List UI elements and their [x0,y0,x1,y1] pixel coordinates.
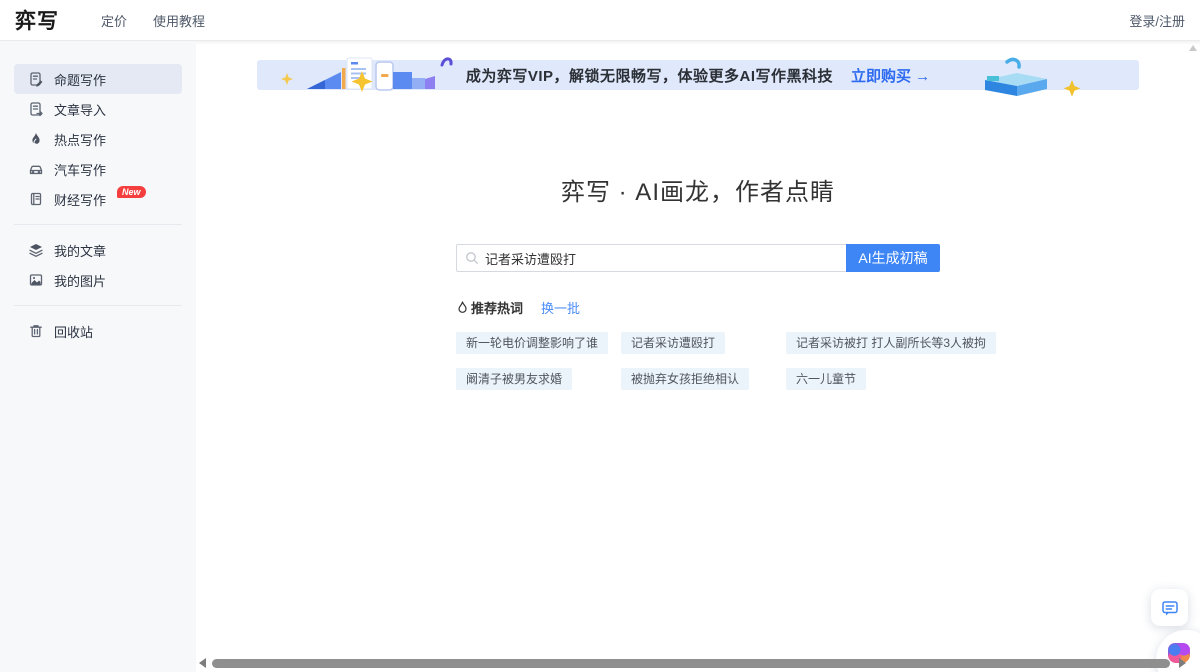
search-row: AI生成初稿 [456,244,940,272]
sidebar-item-label: 我的文章 [54,241,106,260]
sidebar-item-label: 汽车写作 [54,160,106,179]
layers-icon [28,242,44,258]
scroll-right-arrow[interactable] [1179,658,1186,668]
refresh-hotwords-link[interactable]: 换一批 [541,298,580,317]
top-header: 弈写 定价 使用教程 登录/注册 [0,0,1200,41]
sidebar-item-label: 命题写作 [54,70,106,89]
document-edit-icon [28,71,44,87]
horizontal-scrollbar[interactable] [196,657,1198,669]
topic-input[interactable] [485,251,838,266]
chat-bubble-icon [1160,598,1180,618]
car-icon [28,161,44,177]
new-badge: New [117,186,146,198]
vip-banner[interactable]: 成为弈写VIP，解锁无限畅写，体验更多AI写作黑科技 立即购买 → [257,60,1139,90]
hotword-chip[interactable]: 六一儿童节 [786,368,866,390]
sidebar-item-label: 我的图片 [54,271,106,290]
sidebar-item-label: 回收站 [54,322,93,341]
hotword-chip[interactable]: 新一轮电价调整影响了谁 [456,332,608,354]
hotword-chip[interactable]: 阚清子被男友求婚 [456,368,572,390]
app-window: 弈写 定价 使用教程 登录/注册 命题写作 文章导入 [0,0,1200,672]
sidebar-item-my-images[interactable]: 我的图片 [14,265,182,295]
scroll-up-arrow[interactable] [1189,45,1197,51]
sidebar-item-finance-writing[interactable]: 财经写作 New [14,184,182,214]
buy-now-link[interactable]: 立即购买 → [851,65,930,86]
scroll-left-arrow[interactable] [199,658,206,668]
sidebar-item-my-articles[interactable]: 我的文章 [14,235,182,265]
search-input-wrapper [456,244,846,272]
page-title: 弈写 · AI画龙，作者点睛 [196,172,1200,207]
hotword-chip[interactable]: 被抛弃女孩拒绝相认 [621,368,749,390]
horizontal-scrollbar-thumb[interactable] [212,659,1170,668]
sidebar-item-recycle-bin[interactable]: 回收站 [14,316,182,346]
sidebar: 命题写作 文章导入 热点写作 汽车写作 [0,41,196,672]
banner-text: 成为弈写VIP，解锁无限畅写，体验更多AI写作黑科技 [466,65,833,86]
sidebar-item-label: 财经写作 [54,190,106,209]
hotword-chip[interactable]: 记者采访遭殴打 [621,332,725,354]
sidebar-divider [14,305,182,306]
hotwords-header: 推荐热词 换一批 [456,298,940,317]
nav-pricing[interactable]: 定价 [101,11,127,30]
finance-book-icon [28,191,44,207]
sidebar-item-hotspot-writing[interactable]: 热点写作 [14,124,182,154]
flame-icon [28,131,44,147]
hotwords-title: 推荐热词 [471,298,523,317]
generate-draft-button[interactable]: AI生成初稿 [846,244,940,272]
trash-icon [28,323,44,339]
sidebar-item-topic-writing[interactable]: 命题写作 [14,64,182,94]
logo[interactable]: 弈写 [15,5,59,35]
main-content: 成为弈写VIP，解锁无限畅写，体验更多AI写作黑科技 立即购买 → 弈写 · A… [196,41,1200,672]
sidebar-item-car-writing[interactable]: 汽车写作 [14,154,182,184]
hotword-chips: 新一轮电价调整影响了谁 记者采访遭殴打 记者采访被打 打人副所长等3人被拘 阚清… [456,332,940,390]
sidebar-item-label: 热点写作 [54,130,106,149]
banner-illustration-left [277,53,467,95]
nav-tutorial[interactable]: 使用教程 [153,11,205,30]
sidebar-divider [14,224,182,225]
top-nav: 定价 使用教程 [101,11,205,30]
image-icon [28,272,44,288]
flame-icon [456,301,469,315]
sidebar-item-label: 文章导入 [54,100,106,119]
banner-illustration-right [957,56,1087,98]
article-import-icon [28,101,44,117]
search-icon [465,251,479,265]
feedback-chat-button[interactable] [1151,589,1188,626]
sidebar-item-article-import[interactable]: 文章导入 [14,94,182,124]
login-register-link[interactable]: 登录/注册 [1129,11,1185,30]
hotword-chip[interactable]: 记者采访被打 打人副所长等3人被拘 [786,332,996,354]
